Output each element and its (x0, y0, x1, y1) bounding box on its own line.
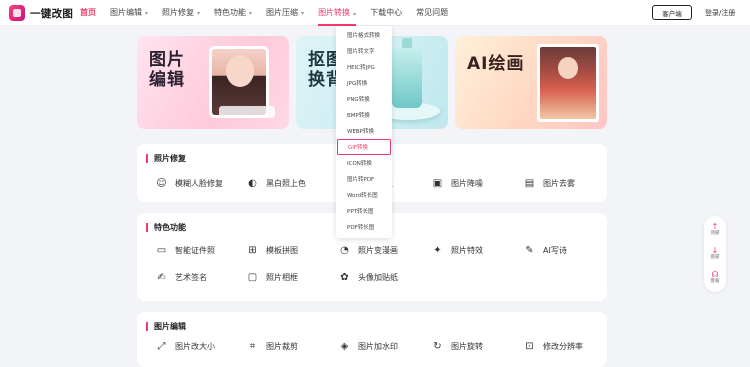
tool-blur-face-repair[interactable]: ☺ 模糊人脸修复 (156, 176, 223, 190)
client-button[interactable]: 客户端 (652, 5, 692, 20)
tool-signature[interactable]: ✍ 艺术签名 (156, 270, 207, 284)
tool-resolution[interactable]: ⊡ 修改分辨率 (524, 339, 583, 353)
logo-icon (9, 5, 25, 21)
tool-defog[interactable]: ▤ 图片去雾 (524, 176, 575, 190)
section-title: 图片编辑 (146, 322, 186, 331)
menu-item-webp[interactable]: WEBP转换 (336, 124, 392, 140)
go-bottom-button[interactable]: ↓ 底部 (704, 246, 726, 261)
tool-cartoon[interactable]: ◔ 照片变漫画 (339, 243, 398, 257)
tool-collage[interactable]: ⊞ 模板拼图 (247, 243, 298, 257)
signature-icon: ✍ (157, 271, 166, 283)
sticker-icon: ✿ (340, 271, 349, 283)
nav-features[interactable]: 特色功能 ▾ (214, 0, 252, 26)
logo[interactable]: 一键改图 (9, 5, 73, 21)
nav-download[interactable]: 下载中心 (370, 0, 402, 26)
menu-item-ppt-to-long-image[interactable]: PPT转长图 (336, 204, 392, 220)
nav-compress[interactable]: 图片压缩 ▾ (266, 0, 304, 26)
section-title: 照片修复 (146, 154, 186, 163)
nav-faq[interactable]: 常见问题 (416, 0, 448, 26)
face-smile-icon: ☺ (156, 177, 167, 189)
floating-sidebar: ↑ 顶部 ↓ 底部 ☊ 客服 (704, 216, 726, 292)
headset-icon: ☊ (711, 270, 719, 279)
denoise-icon: ▣ (432, 177, 443, 189)
frame-icon: ▢ (247, 271, 258, 283)
banner-title: AI绘画 (467, 54, 525, 74)
chevron-down-icon: ▾ (249, 10, 253, 17)
chevron-up-icon: ▴ (353, 10, 357, 17)
tool-resize[interactable]: ⤢ 图片改大小 (156, 339, 216, 353)
back-to-top-button[interactable]: ↑ 顶部 (704, 222, 726, 237)
painting-frame-image (537, 44, 599, 122)
top-header: 一键改图 首页 图片编辑 ▾ 照片修复 ▾ 特色功能 ▾ 图片压缩 ▾ 图片转换 ▴ 下载… (0, 0, 750, 26)
tool-denoise[interactable]: ▣ 图片降噪 (432, 176, 483, 190)
nav-photo-repair[interactable]: 照片修复 ▾ (162, 0, 200, 26)
palette-icon: ◐ (248, 177, 257, 189)
id-photo-icon: ▭ (156, 244, 167, 256)
chevron-down-icon: ▾ (301, 10, 305, 17)
cartoon-icon: ◔ (340, 244, 349, 256)
tool-effects[interactable]: ✦ 照片特效 (432, 243, 483, 257)
nav-home[interactable]: 首页 (80, 0, 96, 26)
main-nav: 首页 图片编辑 ▾ 照片修复 ▾ 特色功能 ▾ 图片压缩 ▾ 图片转换 ▴ 下载中心 常见… (80, 0, 462, 26)
chevron-down-icon: ▾ (197, 10, 201, 17)
tool-ai-poem[interactable]: ✎ AI写诗 (524, 243, 567, 257)
tool-photo-frame[interactable]: ▢ 照片相框 (247, 270, 298, 284)
menu-item-pdf-to-long-image[interactable]: PDF转长图 (336, 220, 392, 236)
section-title: 特色功能 (146, 223, 186, 232)
banner-ai-painting[interactable]: AI绘画 (455, 36, 607, 129)
menu-item-format-convert[interactable]: 图片格式转换 (336, 28, 392, 44)
resize-icon: ⤢ (157, 340, 166, 352)
watermark-icon: ◈ (340, 340, 349, 352)
tool-watermark[interactable]: ◈ 图片加水印 (339, 339, 398, 353)
convert-dropdown-menu: 图片格式转换 图片转文字 HEIC转JPG JPG转换 PNG转换 BMP转换 … (336, 26, 392, 238)
menu-item-bmp[interactable]: BMP转换 (336, 108, 392, 124)
chevron-down-icon: ▾ (145, 10, 149, 17)
resolution-icon: ⊡ (525, 340, 534, 352)
crop-icon: ⌗ (249, 340, 256, 352)
menu-item-gif[interactable]: GIF转换 (337, 139, 391, 155)
customer-service-button[interactable]: ☊ 客服 (704, 270, 726, 285)
login-link[interactable]: 登录/注册 (705, 8, 735, 18)
menu-item-word-to-long-image[interactable]: Word转长图 (336, 188, 392, 204)
menu-item-icon[interactable]: ICON转换 (336, 156, 392, 172)
bottle-image (392, 38, 422, 108)
tool-crop[interactable]: ⌗ 图片裁剪 (247, 339, 298, 353)
menu-item-jpg[interactable]: JPG转换 (336, 76, 392, 92)
tool-sticker[interactable]: ✿ 头像加贴纸 (339, 270, 398, 284)
tool-rotate[interactable]: ↻ 图片旋转 (432, 339, 483, 353)
collage-icon: ⊞ (248, 244, 257, 256)
menu-item-image-to-pdf[interactable]: 图片转PDF (336, 172, 392, 188)
edit-tools-icon (219, 106, 275, 118)
arrow-up-icon: ↑ (711, 222, 719, 231)
rotate-icon: ↻ (433, 340, 442, 352)
arrow-down-icon: ↓ (711, 246, 719, 255)
tool-id-photo[interactable]: ▭ 智能证件照 (156, 243, 215, 257)
nav-convert[interactable]: 图片转换 ▴ (318, 0, 357, 26)
menu-item-image-to-text[interactable]: 图片转文字 (336, 44, 392, 60)
banner-image-edit[interactable]: 图片 编辑 (137, 36, 289, 129)
section-image-edit: 图片编辑 ⤢ 图片改大小 ⌗ 图片裁剪 ◈ 图片加水印 ↻ 图片旋转 ⊡ 修改分辨率 (137, 312, 607, 367)
defog-icon: ▤ (524, 177, 535, 189)
banner-title: 图片 编辑 (149, 50, 185, 90)
ai-poem-icon: ✎ (525, 244, 534, 256)
menu-item-heic-to-jpg[interactable]: HEIC转JPG (336, 60, 392, 76)
logo-text: 一键改图 (30, 7, 74, 20)
nav-image-edit[interactable]: 图片编辑 ▾ (110, 0, 148, 26)
sparkle-icon: ✦ (433, 244, 442, 256)
tool-colorize[interactable]: ◐ 黑白照上色 (247, 176, 306, 190)
menu-item-png[interactable]: PNG转换 (336, 92, 392, 108)
